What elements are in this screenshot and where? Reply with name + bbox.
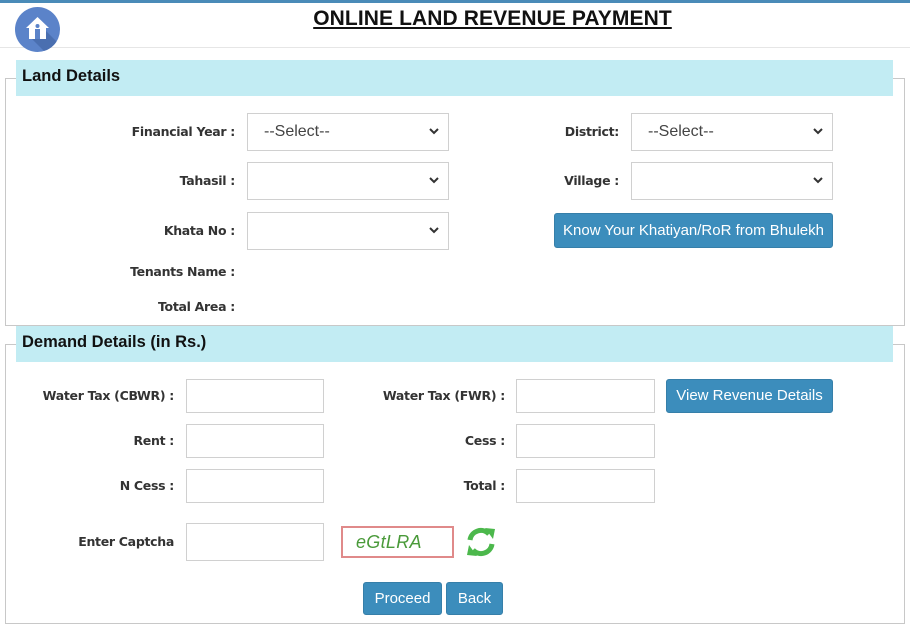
cess-input[interactable]: [516, 424, 655, 458]
chevron-down-icon: [813, 177, 823, 184]
page-title: ONLINE LAND REVENUE PAYMENT: [313, 7, 672, 30]
district-select[interactable]: --Select--: [631, 113, 833, 151]
back-button[interactable]: Back: [446, 582, 503, 615]
water-tax-cbwr-input[interactable]: [186, 379, 324, 413]
tahasil-select[interactable]: [247, 162, 449, 200]
financial-year-label: Financial Year :: [131, 124, 236, 139]
village-select[interactable]: [631, 162, 833, 200]
tahasil-label: Tahasil :: [179, 173, 236, 188]
district-value: --Select--: [648, 123, 714, 140]
district-label: District:: [564, 124, 620, 139]
water-tax-fwr-label: Water Tax (FWR) :: [382, 388, 505, 403]
khata-no-select[interactable]: [247, 212, 449, 250]
total-area-label: Total Area :: [157, 299, 235, 314]
bhulekh-button[interactable]: Know Your Khatiyan/RoR from Bhulekh: [554, 213, 833, 248]
proceed-button[interactable]: Proceed: [363, 582, 442, 615]
cess-label: Cess :: [464, 433, 505, 448]
n-cess-input[interactable]: [186, 469, 324, 503]
khata-no-label: Khata No :: [163, 223, 235, 238]
water-tax-fwr-input[interactable]: [516, 379, 655, 413]
page-header: ONLINE LAND REVENUE PAYMENT: [0, 3, 910, 52]
financial-year-value: --Select--: [264, 123, 330, 140]
total-input[interactable]: [516, 469, 655, 503]
rent-label: Rent :: [133, 433, 174, 448]
chevron-down-icon: [429, 227, 439, 234]
refresh-icon[interactable]: [465, 526, 497, 558]
captcha-input[interactable]: [186, 523, 324, 561]
n-cess-label: N Cess :: [119, 478, 175, 493]
chevron-down-icon: [429, 128, 439, 135]
tenants-name-label: Tenants Name :: [130, 264, 235, 279]
financial-year-select[interactable]: --Select--: [247, 113, 449, 151]
captcha-label: Enter Captcha: [78, 534, 174, 549]
chevron-down-icon: [813, 128, 823, 135]
rent-input[interactable]: [186, 424, 324, 458]
water-tax-cbwr-label: Water Tax (CBWR) :: [42, 388, 175, 403]
village-label: Village :: [564, 173, 619, 188]
view-revenue-details-button[interactable]: View Revenue Details: [666, 379, 833, 413]
total-label: Total :: [463, 478, 506, 493]
demand-details-legend: Demand Details (in Rs.): [16, 326, 893, 362]
land-details-legend: Land Details: [16, 60, 893, 96]
captcha-image: eGtLRA: [341, 526, 454, 558]
chevron-down-icon: [429, 177, 439, 184]
